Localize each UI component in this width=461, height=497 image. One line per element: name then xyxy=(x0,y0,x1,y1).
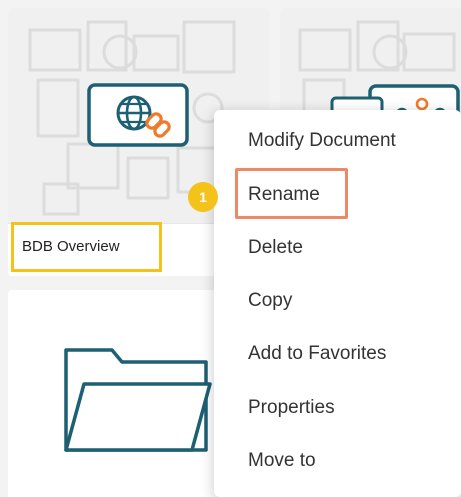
menu-item-properties[interactable]: Properties xyxy=(248,397,335,419)
menu-item-move-to[interactable]: Move to xyxy=(248,450,316,472)
menu-item-modify-document[interactable]: Modify Document xyxy=(248,130,396,152)
menu-item-delete[interactable]: Delete xyxy=(248,237,303,259)
folder-icon xyxy=(64,348,212,452)
document-grid: BDB Overview a Modify Document Rename De… xyxy=(0,0,461,497)
card-title[interactable]: BDB Overview xyxy=(22,238,120,255)
step-number-badge: 1 xyxy=(188,182,218,212)
rename-highlight-box xyxy=(235,168,348,219)
menu-item-copy[interactable]: Copy xyxy=(248,290,292,312)
menu-item-add-to-favorites[interactable]: Add to Favorites xyxy=(248,343,386,365)
globe-link-icon xyxy=(87,83,189,147)
